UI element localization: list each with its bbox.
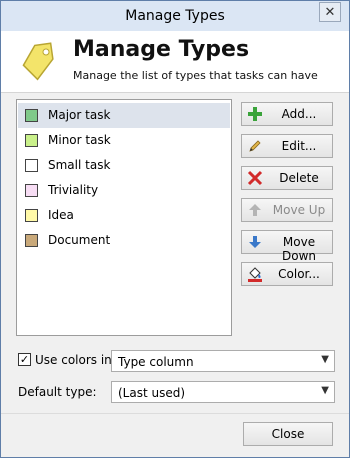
paint-bucket-icon — [248, 267, 262, 282]
add-button[interactable]: Add... — [241, 102, 333, 126]
list-item[interactable]: Major task — [18, 103, 230, 128]
close-icon: ✕ — [324, 4, 336, 20]
dialog-header: Manage Types Manage the list of types th… — [1, 31, 349, 93]
delete-x-icon — [247, 170, 263, 186]
pencil-icon — [249, 140, 261, 152]
list-item[interactable]: Document — [18, 228, 230, 253]
color-swatch — [25, 209, 38, 222]
use-colors-label: Use colors in: — [35, 353, 116, 367]
type-label: Idea — [48, 208, 74, 222]
use-colors-checkbox[interactable]: ✓ — [18, 353, 31, 366]
move-down-button-label: Move Down — [281, 235, 316, 263]
use-colors-value: Type column — [118, 355, 194, 369]
list-item[interactable]: Triviality — [18, 178, 230, 203]
default-type-value: (Last used) — [118, 386, 186, 400]
types-list[interactable]: Major task Minor task Small task Trivial… — [16, 99, 232, 336]
list-item[interactable]: Idea — [18, 203, 230, 228]
dialog-footer: Close — [1, 413, 349, 457]
list-item[interactable]: Minor task — [18, 128, 230, 153]
window-close-button[interactable]: ✕ — [319, 2, 341, 22]
color-swatch — [25, 134, 38, 147]
arrow-down-icon — [249, 236, 261, 248]
page-subtitle: Manage the list of types that tasks can … — [73, 69, 318, 82]
color-button[interactable]: Color... — [241, 262, 333, 286]
move-up-button[interactable]: Move Up — [241, 198, 333, 222]
add-button-label: Add... — [281, 107, 317, 121]
color-button-label: Color... — [278, 267, 320, 281]
delete-button-label: Delete — [279, 171, 319, 185]
color-swatch — [25, 234, 38, 247]
edit-button-label: Edit... — [281, 139, 317, 153]
list-item[interactable]: Small task — [18, 153, 230, 178]
color-swatch — [25, 159, 38, 172]
type-label: Minor task — [48, 133, 111, 147]
page-title: Manage Types — [73, 37, 250, 62]
color-swatch — [25, 109, 38, 122]
default-type-label: Default type: — [18, 385, 97, 399]
window-title: Manage Types — [125, 8, 225, 24]
plus-icon — [248, 107, 262, 121]
close-button[interactable]: Close — [243, 422, 333, 446]
tag-icon — [22, 42, 54, 81]
color-swatch — [25, 184, 38, 197]
delete-button[interactable]: Delete — [241, 166, 333, 190]
edit-button[interactable]: Edit... — [241, 134, 333, 158]
chevron-down-icon: ▼ — [321, 385, 329, 396]
type-label: Document — [48, 233, 111, 247]
default-type-select[interactable]: (Last used) ▼ — [111, 381, 335, 403]
chevron-down-icon: ▼ — [321, 354, 329, 365]
manage-types-dialog: Manage Types ✕ Manage Types Manage the l… — [0, 0, 350, 458]
type-label: Triviality — [48, 183, 99, 197]
move-down-button[interactable]: Move Down — [241, 230, 333, 263]
use-colors-select[interactable]: Type column ▼ — [111, 350, 335, 372]
type-label: Small task — [48, 158, 111, 172]
arrow-up-icon — [249, 204, 261, 216]
title-bar: Manage Types ✕ — [1, 1, 349, 31]
type-label: Major task — [48, 108, 111, 122]
move-up-button-label: Move Up — [272, 203, 326, 217]
